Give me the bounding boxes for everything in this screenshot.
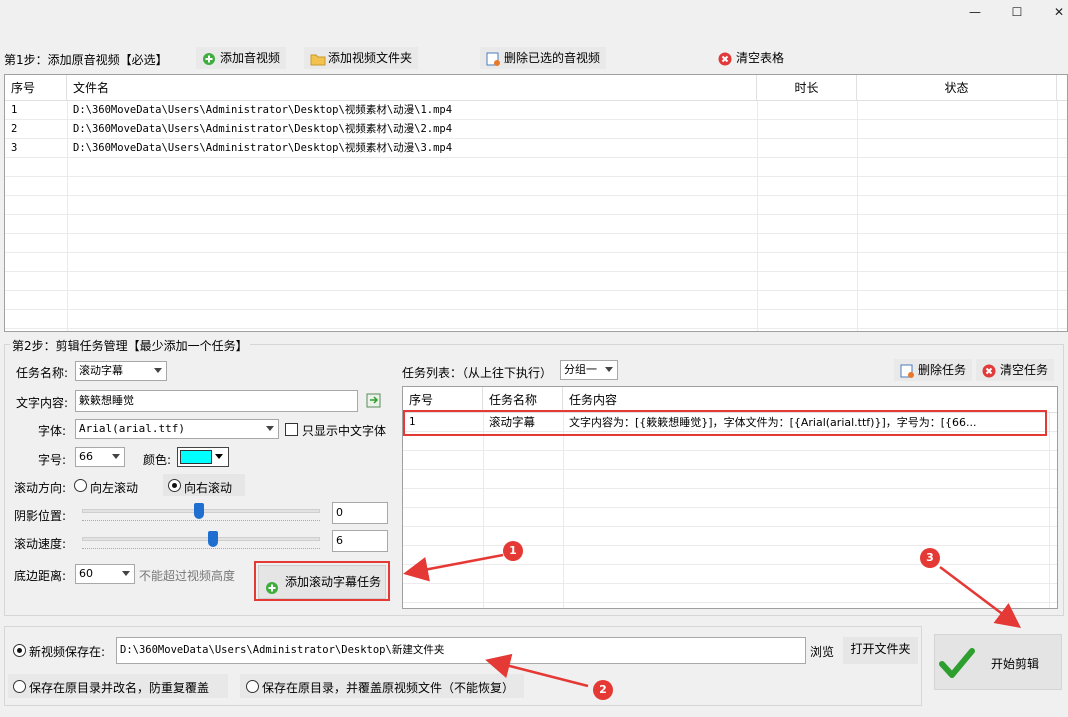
opt-rename-radio[interactable]	[13, 680, 26, 693]
clear-tasks-button[interactable]: 清空任务	[976, 359, 1055, 381]
color-label: 颜色:	[143, 453, 172, 467]
add-folder-button[interactable]: 添加视频文件夹	[304, 47, 419, 69]
bottom-hint: 不能超过视频高度	[139, 569, 236, 583]
group-value: 分组一	[564, 363, 597, 376]
delete-selected-label: 删除已选的音视频	[504, 51, 601, 65]
delete-doc-icon	[900, 363, 914, 378]
task-row-highlight	[403, 410, 1047, 436]
shadow-value-input[interactable]: 0	[332, 502, 388, 524]
bottom-distance-value: 60	[79, 567, 93, 580]
task-name-select[interactable]: 滚动字幕	[75, 361, 167, 381]
step1-title: 第1步：添加原音视频【必选】	[4, 53, 168, 67]
folder-icon	[310, 51, 326, 66]
add-folder-label: 添加视频文件夹	[328, 51, 413, 65]
shadow-label: 阴影位置:	[14, 509, 67, 523]
delete-doc-icon	[486, 51, 500, 66]
clear-tasks-label: 清空任务	[1000, 363, 1049, 377]
text-edit-icon[interactable]	[366, 392, 384, 410]
only-chinese-checkbox[interactable]	[285, 423, 298, 436]
row-file: D:\360MoveData\Users\Administrator\Deskt…	[73, 123, 453, 135]
open-folder-button[interactable]: 打开文件夹	[843, 637, 918, 664]
row-no: 3	[11, 142, 18, 154]
checkmark-icon	[939, 645, 975, 681]
delete-selected-button[interactable]: 删除已选的音视频	[480, 47, 607, 69]
task-name-label: 任务名称:	[16, 366, 69, 380]
size-select[interactable]: 66	[75, 447, 125, 467]
col-status[interactable]: 状态	[857, 75, 1057, 101]
annotation-badge-1: 1	[503, 541, 523, 561]
delete-task-button[interactable]: 删除任务	[894, 359, 973, 381]
bottom-distance-label: 底边距离:	[14, 569, 67, 583]
speed-label: 滚动速度:	[14, 537, 67, 551]
opt-overwrite-radio[interactable]	[246, 680, 259, 693]
text-label: 文字内容:	[16, 396, 69, 410]
file-table-header: 序号 文件名 时长 状态	[5, 75, 1067, 101]
clear-table-button[interactable]: 清空表格	[712, 47, 790, 69]
delete-task-label: 删除任务	[918, 363, 967, 377]
add-task-highlight	[254, 561, 390, 601]
font-label: 字体:	[38, 424, 67, 438]
row-no: 2	[11, 123, 18, 135]
add-av-label: 添加音视频	[220, 51, 281, 65]
task-list-label: 任务列表：（从上往下执行）	[402, 366, 553, 380]
font-select[interactable]: Arial(arial.ttf)	[75, 419, 279, 439]
annotation-badge-2: 2	[593, 680, 613, 700]
bottom-distance-select[interactable]: 60	[75, 564, 135, 584]
col-duration[interactable]: 时长	[757, 75, 857, 101]
step2-title: 第2步：剪辑任务管理【最少添加一个任务】	[10, 337, 250, 354]
add-circle-icon	[202, 51, 216, 65]
close-window-button[interactable]: ✕	[1036, 0, 1068, 24]
dir-left-radio[interactable]	[74, 479, 87, 492]
size-value: 66	[79, 450, 93, 463]
browse-button[interactable]: 浏览	[810, 643, 834, 660]
dir-right-label: 向右滚动	[184, 481, 233, 495]
chevron-down-icon	[215, 454, 223, 459]
start-edit-button[interactable]: 开始剪辑	[934, 634, 1062, 690]
clear-x-icon	[982, 363, 996, 378]
chevron-down-icon	[605, 367, 613, 372]
chevron-down-icon	[154, 368, 162, 373]
chevron-down-icon	[112, 454, 120, 459]
opt-overwrite-label: 保存在原目录，并覆盖原视频文件（不能恢复）	[262, 681, 515, 695]
save-to-radio[interactable]	[13, 644, 26, 657]
clear-table-label: 清空表格	[736, 51, 785, 65]
table-row[interactable]: 3 D:\360MoveData\Users\Administrator\Des…	[5, 139, 1067, 158]
only-chinese-label: 只显示中文字体	[302, 424, 387, 438]
speed-slider-track[interactable]	[82, 537, 320, 541]
speed-slider-thumb[interactable]	[207, 531, 218, 547]
minimize-button[interactable]: —	[952, 0, 998, 24]
add-av-button[interactable]: 添加音视频	[196, 47, 287, 69]
annotation-badge-3: 3	[920, 548, 940, 568]
file-table[interactable]: 序号 文件名 时长 状态 1 D:\360MoveData\Users\Admi…	[4, 74, 1068, 332]
clear-x-icon	[718, 51, 732, 66]
shadow-slider-thumb[interactable]	[193, 503, 204, 519]
group-select[interactable]: 分组一	[560, 360, 618, 380]
color-picker[interactable]	[177, 447, 229, 467]
dir-right-radio[interactable]	[168, 479, 181, 492]
row-file: D:\360MoveData\Users\Administrator\Deskt…	[73, 142, 453, 154]
opt-rename-label: 保存在原目录并改名，防重复覆盖	[29, 681, 210, 695]
col-filename[interactable]: 文件名	[67, 75, 757, 101]
table-row[interactable]: 2 D:\360MoveData\Users\Administrator\Des…	[5, 120, 1067, 139]
direction-label: 滚动方向:	[14, 481, 67, 495]
table-row[interactable]: 1 D:\360MoveData\Users\Administrator\Des…	[5, 101, 1067, 120]
dir-left-label: 向左滚动	[90, 481, 139, 495]
row-file: D:\360MoveData\Users\Administrator\Deskt…	[73, 104, 453, 116]
maximize-button[interactable]: ☐	[994, 0, 1040, 24]
start-edit-label: 开始剪辑	[991, 657, 1040, 671]
chevron-down-icon	[122, 571, 130, 576]
color-swatch	[180, 450, 212, 464]
text-input[interactable]: 簌簌想睡觉	[75, 390, 358, 412]
size-label: 字号:	[38, 453, 67, 467]
font-value: Arial(arial.ttf)	[79, 422, 185, 435]
speed-value-input[interactable]: 6	[332, 530, 388, 552]
save-to-label: 新视频保存在:	[29, 645, 106, 659]
task-name-value: 滚动字幕	[79, 364, 123, 377]
col-no[interactable]: 序号	[5, 75, 67, 101]
row-no: 1	[11, 104, 18, 116]
chevron-down-icon	[266, 426, 274, 431]
save-path-input[interactable]: D:\360MoveData\Users\Administrator\Deskt…	[116, 637, 806, 664]
